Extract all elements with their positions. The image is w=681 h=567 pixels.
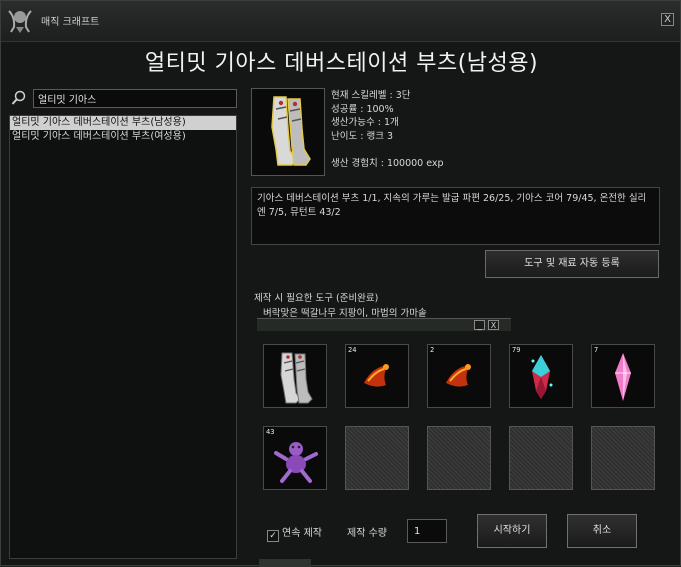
- continuous-craft-option[interactable]: ✓ 연속 제작: [267, 524, 322, 542]
- required-tools-label: 제작 시 필요한 도구 (준비완료): [254, 293, 379, 304]
- quantity-input[interactable]: [407, 519, 447, 543]
- continuous-craft-checkbox[interactable]: ✓: [267, 530, 279, 542]
- recipe-list: 얼티밋 기아스 데버스테이션 부츠(남성용) 얼티밋 기아스 데버스테이션 부츠…: [9, 115, 237, 559]
- search-bar: [11, 89, 239, 109]
- continuous-craft-label: 연속 제작: [282, 528, 322, 539]
- ingredient-slots: 24 2 79 7 43: [258, 333, 668, 503]
- mutant-icon: [274, 442, 318, 483]
- panel-close-button[interactable]: X: [488, 320, 499, 330]
- item-preview: [251, 88, 325, 176]
- craft-emblem-icon: [8, 10, 32, 33]
- magic-craft-window: 매직 크래프트 X 얼티밋 기아스 데버스테이션 부츠(남성용) 얼티밋 기아스…: [0, 0, 681, 567]
- ingredient-slot[interactable]: 43: [263, 426, 327, 490]
- ingredient-slot[interactable]: 79: [509, 344, 573, 408]
- search-icon: [11, 90, 26, 105]
- quantity-label: 제작 수량: [347, 528, 387, 539]
- craft-stats: 현재 스킬레벨 : 3단 성공률 : 100% 생산가능수 : 1개 난이도 :…: [331, 89, 444, 171]
- search-input[interactable]: [33, 89, 237, 108]
- difficulty: 난이도 : 랭크 3: [331, 130, 394, 142]
- window-title: 매직 크래프트: [41, 17, 100, 28]
- window-close-button[interactable]: X: [661, 13, 674, 26]
- materials-description: 기아스 데버스테이션 부츠 1/1, 지속의 가루는 발굽 파편 26/25, …: [251, 187, 660, 245]
- craft-exp: 생산 경험치 : 100000 exp: [331, 158, 444, 169]
- gias-core-icon: [531, 355, 553, 399]
- ingredient-panel-header: [257, 318, 511, 331]
- item-title: 얼티밋 기아스 데버스테이션 부츠(남성용): [144, 51, 539, 76]
- empty-slot[interactable]: [345, 426, 409, 490]
- hoof-fragment-icon: [364, 364, 389, 387]
- empty-slot[interactable]: [509, 426, 573, 490]
- empty-slot[interactable]: [591, 426, 655, 490]
- list-item[interactable]: 얼티밋 기아스 데버스테이션 부츠(여성용): [10, 130, 236, 144]
- start-button[interactable]: 시작하기: [477, 514, 547, 548]
- boots-icon: [280, 352, 313, 404]
- empty-slot[interactable]: [427, 426, 491, 490]
- ingredient-slot[interactable]: [263, 344, 327, 408]
- ingredient-slot[interactable]: 7: [591, 344, 655, 408]
- ingredient-slot[interactable]: 2: [427, 344, 491, 408]
- hoof-fragment-icon: [446, 364, 471, 387]
- title-bar[interactable]: 매직 크래프트 X: [1, 1, 680, 42]
- required-tools-value: 벼락맞은 떡갈나무 지팡이, 마법의 가마솥: [263, 308, 427, 319]
- success-rate: 성공률 : 100%: [331, 103, 394, 115]
- boots-icon: [271, 96, 311, 166]
- cancel-button[interactable]: 취소: [567, 514, 637, 548]
- skill-level: 현재 스킬레벨 : 3단: [331, 90, 411, 101]
- craftable-count: 생산가능수 : 1개: [331, 117, 399, 128]
- auto-register-button[interactable]: 도구 및 재료 자동 등록: [485, 250, 659, 278]
- ingredient-slot[interactable]: 24: [345, 344, 409, 408]
- list-item[interactable]: 얼티밋 기아스 데버스테이션 부츠(남성용): [10, 116, 236, 130]
- silien-crystal-icon: [615, 353, 631, 401]
- panel-minimize-button[interactable]: _: [474, 320, 485, 330]
